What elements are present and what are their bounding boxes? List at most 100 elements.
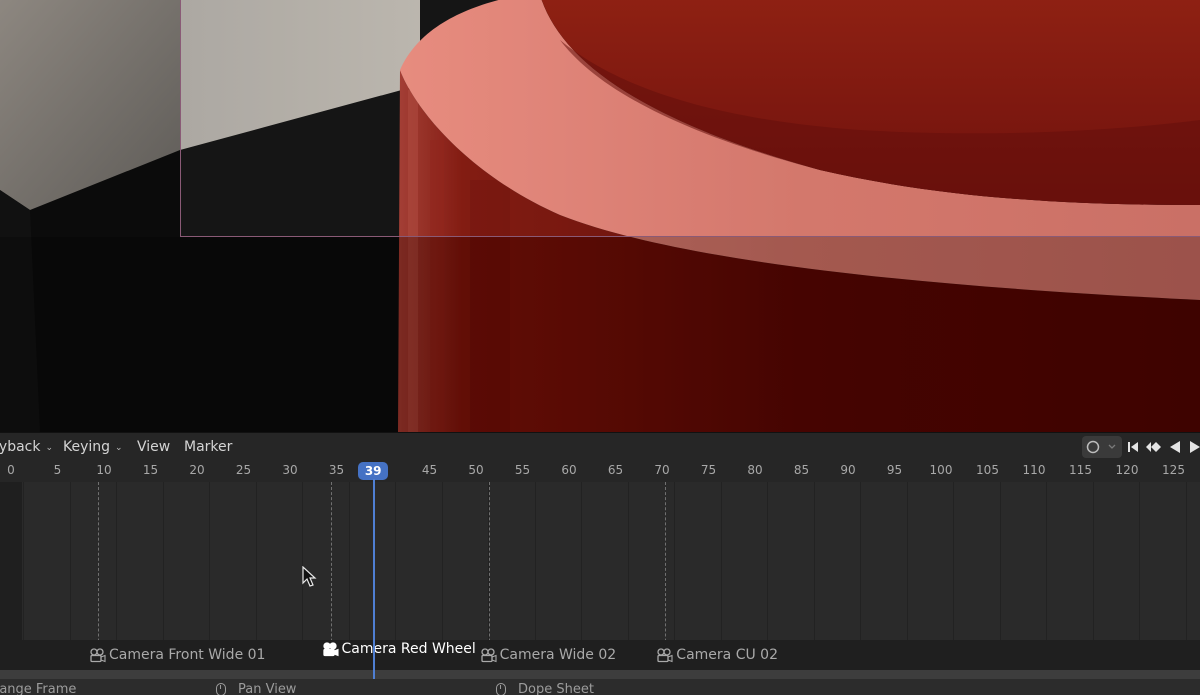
timeline-gridline [813, 482, 815, 640]
ruler-tick-label: 105 [976, 463, 999, 477]
timeline-gridline [720, 482, 722, 640]
ruler-tick-label: 50 [468, 463, 484, 477]
marker-line [330, 482, 332, 640]
chevron-down-icon: ⌄ [45, 443, 54, 453]
marker-label: Camera Wide 02 [499, 647, 617, 663]
menu-view-label: View [137, 439, 171, 455]
3d-viewport[interactable] [0, 0, 1200, 432]
ruler-tick-label: 100 [929, 463, 953, 477]
timeline-gridline [116, 482, 117, 640]
mouse-cursor-icon [302, 566, 317, 587]
chevron-down-icon: ⌄ [115, 443, 123, 453]
ruler-tick-label: 110 [1022, 463, 1046, 477]
ruler-tick-label: 15 [142, 463, 159, 477]
ruler-tick-label: 65 [607, 463, 624, 477]
timeline-gridline [860, 482, 861, 640]
record-circle-icon [1086, 440, 1116, 454]
ruler-tick-label: 125 [1162, 463, 1185, 477]
play-icon[interactable] [1188, 436, 1200, 458]
timeline-gridline [23, 482, 24, 640]
marker-row[interactable]: Camera Front Wide 01 Camera Red Wheel Ca… [0, 640, 1200, 670]
camera-frame-border [180, 0, 1200, 237]
marker-line [488, 482, 490, 640]
menu-view[interactable]: View [137, 438, 170, 458]
timeline-gridline [999, 482, 1001, 640]
timeline-gridline [441, 482, 443, 640]
ruler-tick-label: 20 [189, 463, 205, 477]
ruler-tick-label: 30 [282, 463, 298, 477]
timeline-gridline [302, 482, 303, 640]
timeline-gridline [209, 482, 210, 640]
timeline-gridline [1092, 482, 1094, 640]
timeline-marker[interactable]: Camera Front Wide 01 [89, 644, 265, 666]
timeline-gridline [953, 482, 954, 640]
timeline-marker[interactable]: Camera Red Wheel [322, 638, 476, 660]
frame-ruler[interactable]: 0 5 10 15 20 25 30 35 45 50 55 60 65 70 75 80 85 90 95 100 1… [0, 460, 1200, 482]
status-change-frame-label: Change Frame [0, 682, 77, 695]
timeline-gridline [906, 482, 908, 640]
ruler-tick-label: 10 [96, 463, 112, 477]
menu-playback-label: Playback [0, 439, 41, 455]
play-reverse-icon[interactable] [1167, 436, 1183, 458]
ruler-tick-label: 75 [700, 463, 717, 477]
ruler-tick-label: 45 [421, 463, 438, 477]
timeline-gridline [767, 482, 768, 640]
timeline-gridline [627, 482, 629, 640]
mouse-right-icon [496, 683, 506, 695]
timeline-gridline [674, 482, 675, 640]
status-dope-sheet: Dope Sheet [496, 682, 594, 695]
timeline-header: Playback ⌄ Keying ⌄ View Marker [0, 432, 1200, 460]
ruler-tick-label: 90 [840, 463, 856, 477]
auto-keying-toggle[interactable] [1082, 436, 1122, 458]
timeline-marker[interactable]: Camera Wide 02 [480, 644, 617, 666]
timeline-gridline [1046, 482, 1047, 640]
status-pan-view: Pan View [216, 682, 296, 695]
camera-marker-icon [90, 647, 106, 662]
timeline-gridline [395, 482, 396, 640]
ruler-tick-label: 35 [328, 463, 345, 477]
ruler-tick-label: 85 [793, 463, 810, 477]
timeline-gridline [69, 482, 71, 640]
timeline-marker[interactable]: Camera CU 02 [656, 644, 778, 666]
status-dope-sheet-label: Dope Sheet [518, 682, 594, 695]
marker-label: Camera Front Wide 01 [109, 647, 266, 663]
timeline-gridline [162, 482, 164, 640]
ruler-tick-label: 0 [7, 463, 15, 477]
camera-marker-icon [480, 647, 497, 662]
ruler-tick-label: 70 [654, 463, 670, 477]
timeline-gridline [1139, 482, 1140, 640]
ruler-tick-label: 80 [747, 463, 763, 477]
playhead[interactable] [373, 479, 375, 682]
timeline-gridline [581, 482, 582, 640]
marker-label: Camera CU 02 [676, 647, 778, 663]
current-frame-indicator[interactable]: 39 [358, 462, 389, 480]
camera-marker-icon [322, 641, 339, 656]
timeline-gridline [534, 482, 536, 640]
jump-to-keyframe-icon[interactable] [1144, 436, 1164, 458]
marker-line [98, 482, 99, 640]
status-bar: Change Frame Pan View Dope Sheet [0, 679, 1200, 695]
ruler-tick-label: 115 [1069, 463, 1092, 477]
ruler-tick-label: 120 [1115, 463, 1139, 477]
ruler-tick-label: 55 [514, 463, 531, 477]
menu-keying[interactable]: Keying ⌄ [63, 438, 123, 458]
ruler-tick-label: 25 [235, 463, 252, 477]
jump-to-start-icon[interactable] [1124, 436, 1142, 458]
menu-keying-label: Keying [63, 439, 111, 455]
ruler-tick-label: 5 [53, 463, 62, 477]
menu-marker[interactable]: Marker [184, 438, 232, 458]
menu-playback[interactable]: Playback ⌄ [0, 438, 53, 458]
horizontal-scrollbar[interactable] [0, 670, 1200, 679]
timeline-left-gutter [0, 482, 22, 640]
mouse-middle-icon [216, 683, 226, 695]
timeline-gridline [255, 482, 257, 640]
status-pan-view-label: Pan View [238, 682, 297, 695]
status-change-frame: Change Frame [0, 682, 76, 695]
menu-marker-label: Marker [184, 439, 233, 455]
marker-line [665, 482, 667, 640]
ruler-tick-label: 60 [561, 463, 577, 477]
timeline-gridline [348, 482, 350, 640]
timeline-area[interactable] [0, 482, 1200, 640]
ruler-tick-label: 95 [886, 463, 903, 477]
marker-label: Camera Red Wheel [341, 641, 476, 657]
